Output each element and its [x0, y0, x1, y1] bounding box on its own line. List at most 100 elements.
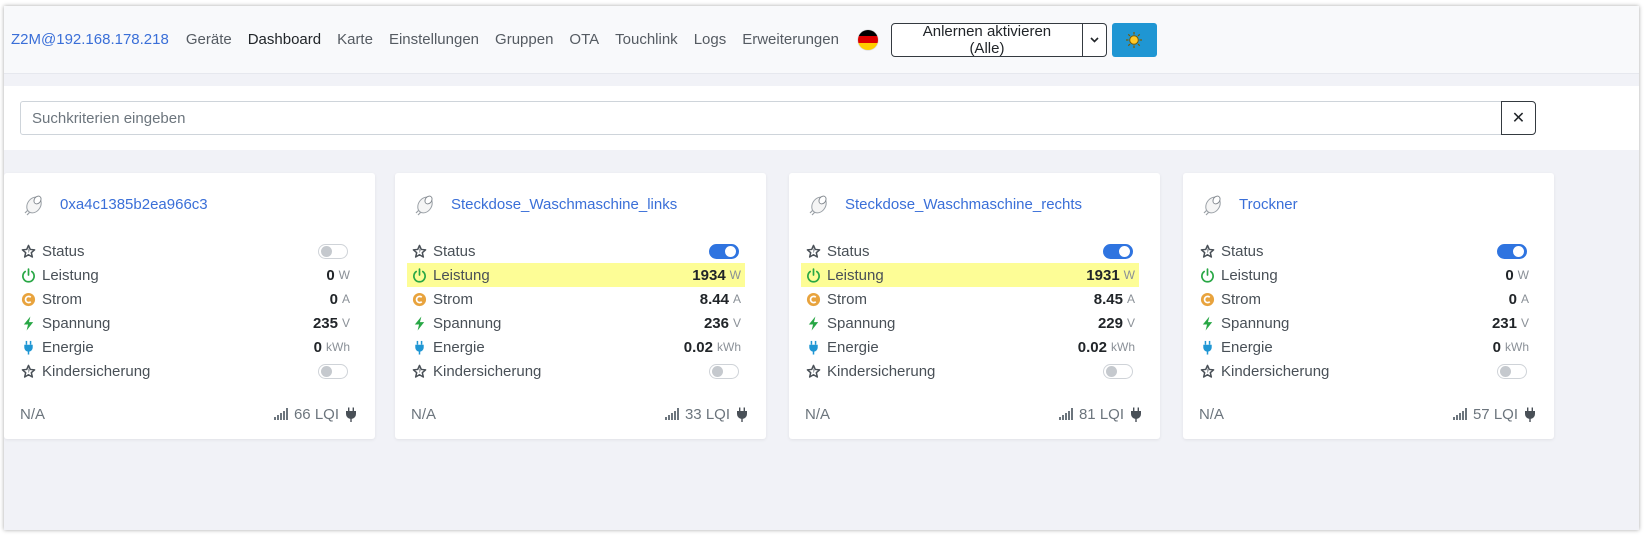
status-row-label: Status: [827, 242, 870, 260]
device-name-link[interactable]: Steckdose_Waschmaschine_rechts: [845, 196, 1082, 213]
nav-link-touchlink[interactable]: Touchlink: [615, 31, 678, 48]
brand-link[interactable]: Z2M@192.168.178.218: [11, 31, 169, 48]
lqi-indicator: 57 LQI: [1452, 406, 1518, 423]
status-row-icon-wrap: [805, 243, 821, 259]
device-image-icon: [415, 195, 433, 216]
star-icon: [412, 364, 426, 378]
current-row-label: Strom: [433, 290, 474, 308]
device-card: Steckdose_Waschmaschine_rechts Status Leis…: [789, 173, 1160, 439]
nav-link-dashboard[interactable]: Dashboard: [248, 31, 321, 48]
child-lock-row-toggle[interactable]: [709, 363, 739, 379]
child-lock-row-icon-wrap: [805, 363, 821, 379]
theme-toggle-button[interactable]: [1111, 22, 1157, 57]
current-row-value: 0: [1508, 290, 1517, 308]
current-row-icon-wrap: [20, 291, 36, 307]
nav-link-logs[interactable]: Logs: [694, 31, 727, 48]
voltage-row-icon-wrap: [411, 315, 427, 331]
signal-icon: [664, 408, 679, 420]
status-row-icon-wrap: [1199, 243, 1215, 259]
device-card-footer: N/A 57 LQI: [1199, 404, 1536, 424]
nav-link-erweiterungen[interactable]: Erweiterungen: [742, 31, 839, 48]
child-lock-row-icon-wrap: [1199, 363, 1215, 379]
toggle-knob: [725, 245, 736, 257]
bolt-icon: [414, 315, 424, 331]
search-input[interactable]: [20, 101, 1502, 135]
nav-link-gruppen[interactable]: Gruppen: [495, 31, 553, 48]
search-card: ✕: [4, 86, 1639, 150]
star-icon: [21, 364, 35, 378]
energy-row: Energie 0.02 kWh: [801, 335, 1139, 359]
energy-row-value: 0: [1492, 338, 1501, 356]
power-row-label: Leistung: [1221, 266, 1278, 284]
status-row-icon-wrap: [20, 243, 36, 259]
power-icon: [1200, 267, 1214, 283]
energy-row-label: Energie: [827, 338, 879, 356]
search-clear-button[interactable]: ✕: [1501, 101, 1536, 135]
device-card-footer: N/A 81 LQI: [805, 404, 1142, 424]
device-card-header: Steckdose_Waschmaschine_links: [415, 191, 677, 217]
last-seen-text: N/A: [805, 405, 831, 423]
status-row-toggle[interactable]: [1497, 243, 1527, 259]
status-row: Status: [407, 239, 745, 263]
power-row-value: 0: [326, 266, 335, 284]
device-card: Trockner Status Leistung 0 W Strom 0 A Spannung 2…: [1183, 173, 1554, 439]
child-lock-row-toggle[interactable]: [1497, 363, 1527, 379]
permit-join-button[interactable]: Anlernen aktivieren (Alle): [890, 22, 1083, 57]
status-row-toggle[interactable]: [318, 243, 348, 259]
lqi-value: 81 LQI: [1078, 405, 1124, 423]
device-name-link[interactable]: Steckdose_Waschmaschine_links: [451, 196, 677, 213]
device-name-link[interactable]: Trockner: [1239, 196, 1298, 213]
power-row-unit: W: [1517, 268, 1529, 282]
status-row-toggle[interactable]: [709, 243, 739, 259]
power-source-icon: [345, 407, 357, 422]
child-lock-row-label: Kindersicherung: [433, 362, 542, 380]
nav-link-ota[interactable]: OTA: [569, 31, 599, 48]
voltage-row-icon-wrap: [1199, 315, 1215, 331]
child-lock-row-toggle[interactable]: [1103, 363, 1133, 379]
power-row-unit: W: [1123, 268, 1135, 282]
power-row-icon-wrap: [20, 267, 36, 283]
current-row-unit: A: [732, 292, 741, 306]
nav-link-karte[interactable]: Karte: [337, 31, 373, 48]
status-row-toggle[interactable]: [1103, 243, 1133, 259]
current-icon: [1200, 292, 1214, 306]
permit-join-dropdown-toggle[interactable]: [1082, 22, 1107, 57]
voltage-row-value: 235: [312, 314, 338, 332]
energy-row-icon-wrap: [20, 339, 36, 355]
lqi-indicator: 66 LQI: [273, 406, 339, 423]
device-name-link[interactable]: 0xa4c1385b2ea966c3: [60, 196, 208, 213]
current-row-icon-wrap: [1199, 291, 1215, 307]
device-card-footer: N/A 33 LQI: [411, 404, 748, 424]
power-row-value: 1934: [692, 266, 726, 284]
energy-row-value: 0.02: [683, 338, 713, 356]
voltage-row-icon-wrap: [20, 315, 36, 331]
voltage-row-unit: V: [341, 316, 350, 330]
nav-link-geraete[interactable]: Geräte: [186, 31, 232, 48]
energy-row-label: Energie: [1221, 338, 1273, 356]
power-row-icon-wrap: [1199, 267, 1215, 283]
signal-icon: [1452, 408, 1467, 420]
child-lock-row-toggle[interactable]: [318, 363, 348, 379]
current-row-unit: A: [1126, 292, 1135, 306]
device-card: 0xa4c1385b2ea966c3 Status Leistung 0 W Strom 0…: [4, 173, 375, 439]
child-lock-row: Kindersicherung: [407, 359, 745, 383]
voltage-row-label: Spannung: [42, 314, 111, 332]
energy-row-icon-wrap: [411, 339, 427, 355]
device-card-header: 0xa4c1385b2ea966c3: [24, 191, 208, 217]
power-row-label: Leistung: [42, 266, 99, 284]
current-row: Strom 0 A: [16, 287, 354, 311]
voltage-row-unit: V: [1520, 316, 1529, 330]
power-source-icon: [1130, 407, 1142, 422]
device-properties: Status Leistung 1931 W Strom 8.45 A Spannung 229…: [801, 239, 1139, 383]
status-row-label: Status: [1221, 242, 1264, 260]
power-row-value: 0: [1505, 266, 1514, 284]
voltage-row-unit: V: [1126, 316, 1135, 330]
power-icon: [412, 267, 426, 283]
voltage-row-label: Spannung: [433, 314, 502, 332]
energy-row-unit: kWh: [1111, 340, 1135, 354]
toggle-knob: [1106, 365, 1117, 377]
voltage-row-label: Spannung: [1221, 314, 1290, 332]
german-flag-icon[interactable]: [857, 29, 878, 50]
sun-icon: [1126, 31, 1143, 48]
nav-link-einstellungen[interactable]: Einstellungen: [389, 31, 479, 48]
